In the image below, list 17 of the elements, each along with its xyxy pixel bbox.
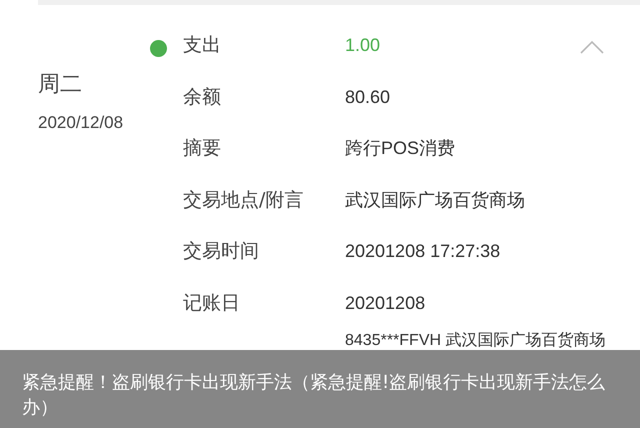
row-value: 20201208 [345,292,426,314]
row-value: 1.00 [345,34,380,57]
row-label: 摘要 [183,136,221,161]
row-label: 支出 [183,33,221,58]
weekday: 周二 [38,71,83,99]
caption: 紧急提醒！盗刷银行卡出现新手法（紧急提醒!盗刷银行卡出现新手法怎么办） [22,371,606,420]
row-label: 交易地点/附言 [183,188,304,212]
row-label: 交易时间 [183,239,259,264]
row-value: 武汉国际广场百货商场 [345,188,525,212]
row-value: 8435***FFVH 武汉国际广场百货商场 [345,330,606,351]
row-value: 跨行POS消费 [345,137,456,160]
chevron-icon[interactable] [580,40,604,54]
row-label: 记账日 [183,290,240,316]
row-value: 80.60 [345,86,390,108]
date: 2020/12/08 [38,113,124,133]
row-label: 余额 [183,84,221,110]
row-value: 20201208 17:27:38 [345,240,500,263]
